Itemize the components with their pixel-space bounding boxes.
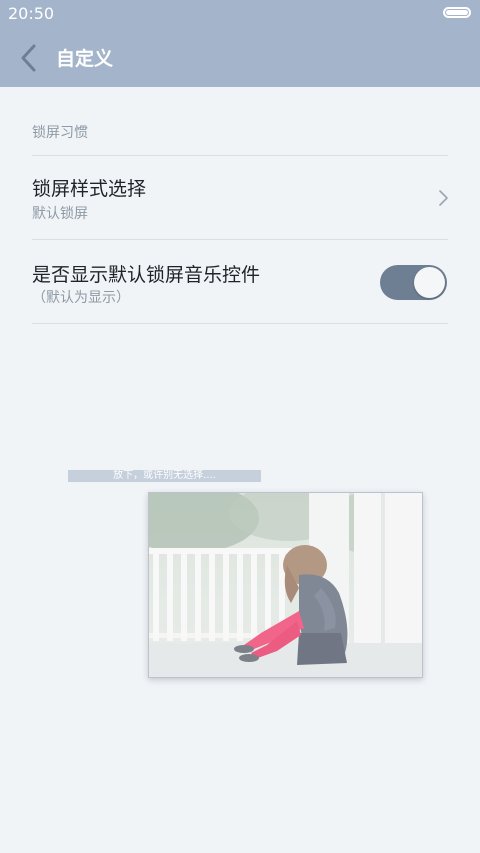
wallpaper-preview-thumbnail[interactable] <box>148 492 423 678</box>
setting-subtitle: 默认锁屏 <box>32 206 88 222</box>
divider <box>32 323 448 324</box>
wallpaper-preview-image <box>149 493 422 677</box>
battery-icon <box>443 7 471 18</box>
page-title: 自定义 <box>56 48 114 70</box>
status-time: 20:50 <box>8 4 55 23</box>
toggle-knob <box>414 267 445 298</box>
setting-subtitle: （默认为显示） <box>32 290 130 306</box>
chevron-right-icon <box>439 190 448 206</box>
app-header: 20:50 自定义 <box>0 0 480 87</box>
setting-title: 锁屏样式选择 <box>32 178 147 200</box>
chevron-left-icon <box>21 44 36 72</box>
section-header: 锁屏习惯 <box>32 125 88 141</box>
drag-hint-label: 放下，或许别无选择.... <box>68 470 261 482</box>
setting-title: 是否显示默认锁屏音乐控件 <box>32 264 261 286</box>
back-button[interactable] <box>14 40 46 76</box>
music-control-toggle[interactable] <box>380 265 447 300</box>
setting-lockscreen-style[interactable]: 锁屏样式选择 默认锁屏 <box>0 156 480 240</box>
